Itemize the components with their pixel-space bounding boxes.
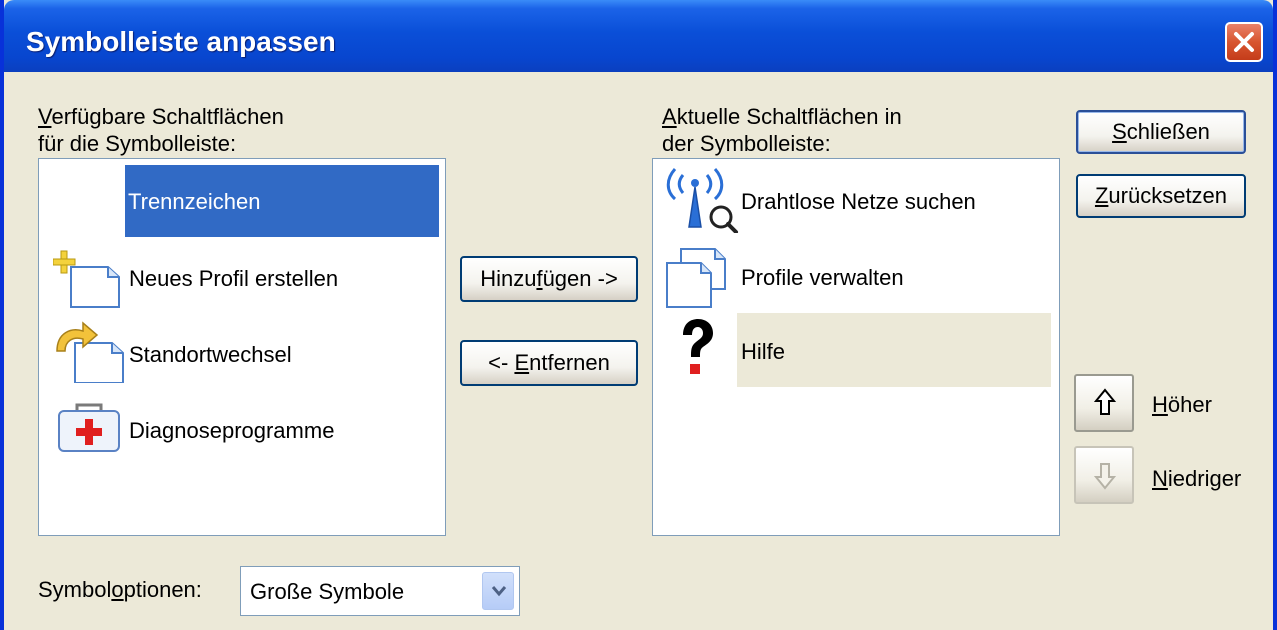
list-item-manage-profiles[interactable]: Profile verwalten xyxy=(661,239,1053,313)
list-item-label: Standortwechsel xyxy=(129,342,292,367)
reset-button[interactable]: Zurücksetzen xyxy=(1076,174,1246,218)
title-bar[interactable]: Symbolleiste anpassen xyxy=(4,0,1273,72)
available-buttons-label: Verfügbare Schaltflächen für die Symboll… xyxy=(38,104,284,156)
list-item-label: Neues Profil erstellen xyxy=(129,266,339,291)
list-item-wireless-search[interactable]: Drahtlose Netze suchen xyxy=(661,163,1053,237)
remove-button[interactable]: <- Entfernen xyxy=(460,340,638,386)
list-item-label: Trennzeichen xyxy=(128,189,261,214)
list-item-location-change[interactable]: Standortwechsel xyxy=(49,317,439,391)
list-item-diagnostics[interactable]: Diagnoseprogramme xyxy=(49,393,439,467)
arrow-up-icon xyxy=(1094,388,1116,415)
manage-profiles-icon xyxy=(666,248,726,308)
symbol-options-value: Große Symbole xyxy=(250,579,405,604)
chevron-down-icon xyxy=(491,586,507,597)
wireless-search-icon xyxy=(666,167,738,233)
close-dialog-button[interactable]: Schließen xyxy=(1076,110,1246,154)
list-item-label: Hilfe xyxy=(741,339,786,364)
list-item-help[interactable]: Hilfe xyxy=(661,313,1053,387)
add-button[interactable]: Hinzufügen -> xyxy=(460,256,638,302)
close-button[interactable] xyxy=(1225,22,1263,62)
list-item-label: Profile verwalten xyxy=(741,265,904,290)
close-icon xyxy=(1234,32,1254,52)
current-buttons-list[interactable]: Drahtlose Netze suchen Profile verwalten… xyxy=(652,158,1060,536)
list-item-new-profile[interactable]: Neues Profil erstellen xyxy=(49,241,439,315)
available-buttons-list[interactable]: Trennzeichen Neues Profil erstellen Stan… xyxy=(38,158,446,536)
symbol-options-dropdown[interactable]: Große Symbole xyxy=(240,566,520,616)
move-up-button[interactable] xyxy=(1074,374,1134,432)
move-up-label: Höher xyxy=(1152,392,1212,417)
list-item-trennzeichen[interactable]: Trennzeichen xyxy=(125,165,439,237)
move-down-label: Niedriger xyxy=(1152,466,1242,491)
diagnostics-icon xyxy=(58,403,120,452)
help-icon xyxy=(683,319,713,374)
dialog-window: Symbolleiste anpassen Verfügbare Schaltf… xyxy=(0,0,1277,630)
location-change-icon xyxy=(56,321,124,383)
symbol-options-label: Symboloptionen: xyxy=(38,577,202,602)
list-item-label: Drahtlose Netze suchen xyxy=(741,189,976,214)
current-buttons-label: Aktuelle Schaltflächen in der Symbolleis… xyxy=(662,104,902,156)
window-title: Symbolleiste anpassen xyxy=(26,26,336,57)
new-profile-icon xyxy=(53,250,120,308)
dropdown-button[interactable] xyxy=(482,572,514,610)
move-down-button[interactable] xyxy=(1074,446,1134,504)
list-item-label: Diagnoseprogramme xyxy=(129,418,335,443)
arrow-down-icon xyxy=(1094,463,1116,490)
